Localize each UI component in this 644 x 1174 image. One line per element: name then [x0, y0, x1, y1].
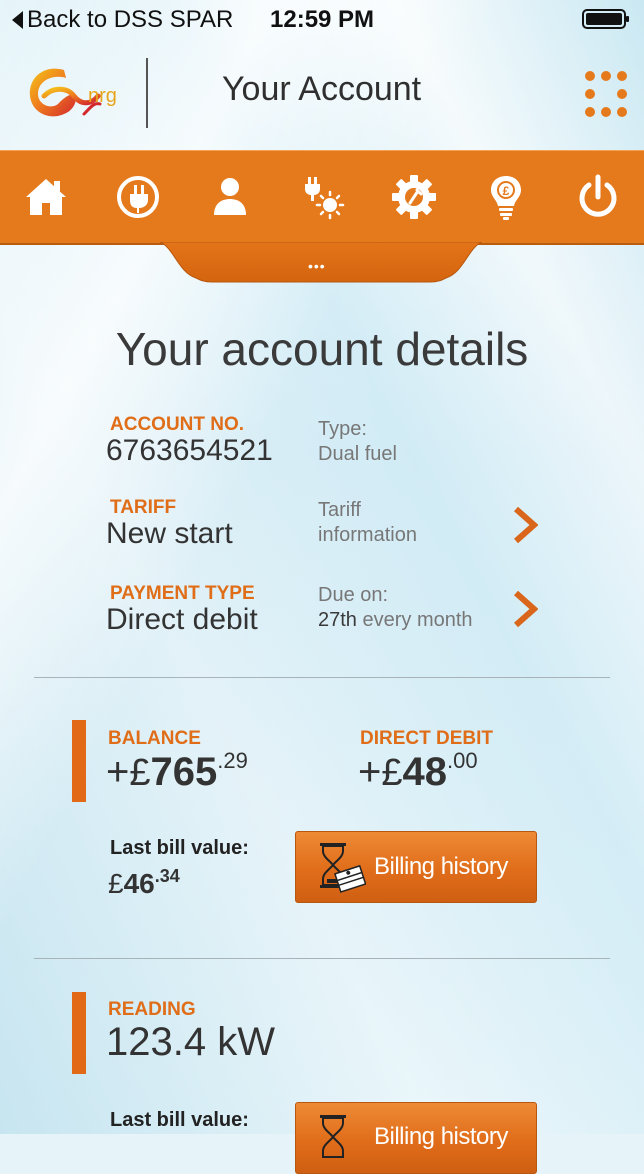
direct-debit-value: +£48.00: [358, 748, 478, 794]
enrg-logo: nrg: [24, 56, 132, 128]
back-label: Back to DSS SPAR: [27, 6, 234, 33]
due-on-value: 27th every month: [318, 609, 473, 631]
reading-last-bill-label: Last bill value:: [110, 1109, 249, 1131]
power-icon: [579, 174, 617, 217]
section-title: Your account details: [115, 323, 529, 375]
tariff-info-link-line2[interactable]: information: [318, 524, 417, 547]
hourglass-money-icon: [320, 843, 366, 893]
reading-accent-bar: [72, 992, 86, 1074]
payment-chevron-right-icon[interactable]: [512, 590, 538, 628]
tariff-label: TARIFF: [110, 497, 177, 518]
nav-account[interactable]: [184, 151, 276, 243]
billing-history-label: Billing history: [374, 853, 508, 880]
last-bill-label: Last bill value:: [110, 837, 249, 859]
reading-label: READING: [108, 999, 196, 1020]
nav-energy-usage[interactable]: [276, 151, 368, 243]
home-icon: [26, 179, 66, 215]
user-icon: [214, 178, 246, 215]
divider: [34, 958, 610, 959]
status-time: 12:59 PM: [270, 6, 375, 33]
due-on-label: Due on:: [318, 584, 389, 606]
account-no-value: 6763654521: [106, 434, 273, 467]
nav-tariffs[interactable]: £: [460, 151, 552, 243]
balance-accent-bar: [72, 720, 86, 802]
nav-settings[interactable]: [368, 151, 460, 243]
tariff-chevron-right-icon[interactable]: [512, 506, 538, 544]
payment-type-value: Direct debit: [106, 603, 258, 636]
header-divider: [146, 58, 148, 128]
account-no-label: ACCOUNT NO.: [110, 414, 245, 435]
energy-icon: [305, 177, 345, 220]
battery-icon: [582, 9, 629, 29]
nav-energy-supply[interactable]: [92, 151, 184, 243]
balance-value: +£765.29: [106, 748, 248, 794]
billing-history-button[interactable]: Billing history: [295, 831, 537, 903]
balance-label: BALANCE: [108, 728, 201, 749]
type-label: Type:: [318, 418, 367, 440]
last-bill-value: £46.34: [108, 866, 180, 899]
nav-logout[interactable]: [552, 151, 644, 243]
reading-billing-history-label: Billing history: [374, 1123, 508, 1150]
tariff-info-link-line1[interactable]: Tariff: [318, 499, 361, 522]
svg-text:£: £: [503, 184, 510, 198]
type-value: Dual fuel: [318, 443, 397, 465]
pull-tab-dots-icon: •••: [308, 258, 326, 274]
reading-billing-history-button[interactable]: Billing history: [295, 1102, 537, 1174]
payment-type-label: PAYMENT TYPE: [110, 583, 255, 604]
main-nav-bar: £: [0, 150, 644, 245]
hourglass-money-icon: [320, 1115, 346, 1158]
menu-grid-icon[interactable]: [584, 70, 628, 118]
direct-debit-label: DIRECT DEBIT: [360, 728, 493, 749]
back-arrow-icon: [12, 11, 23, 29]
svg-text:nrg: nrg: [88, 85, 117, 107]
page-title: Your Account: [222, 70, 422, 108]
nav-home[interactable]: [0, 151, 92, 243]
tariff-value: New start: [106, 517, 233, 550]
divider: [34, 677, 610, 678]
gear-icon: [392, 175, 436, 219]
back-to-app-link[interactable]: Back to DSS SPAR: [12, 6, 233, 34]
plug-icon: [117, 176, 159, 218]
lightbulb-pound-icon: £: [491, 176, 521, 220]
reading-value: 123.4 kW: [106, 1020, 275, 1064]
